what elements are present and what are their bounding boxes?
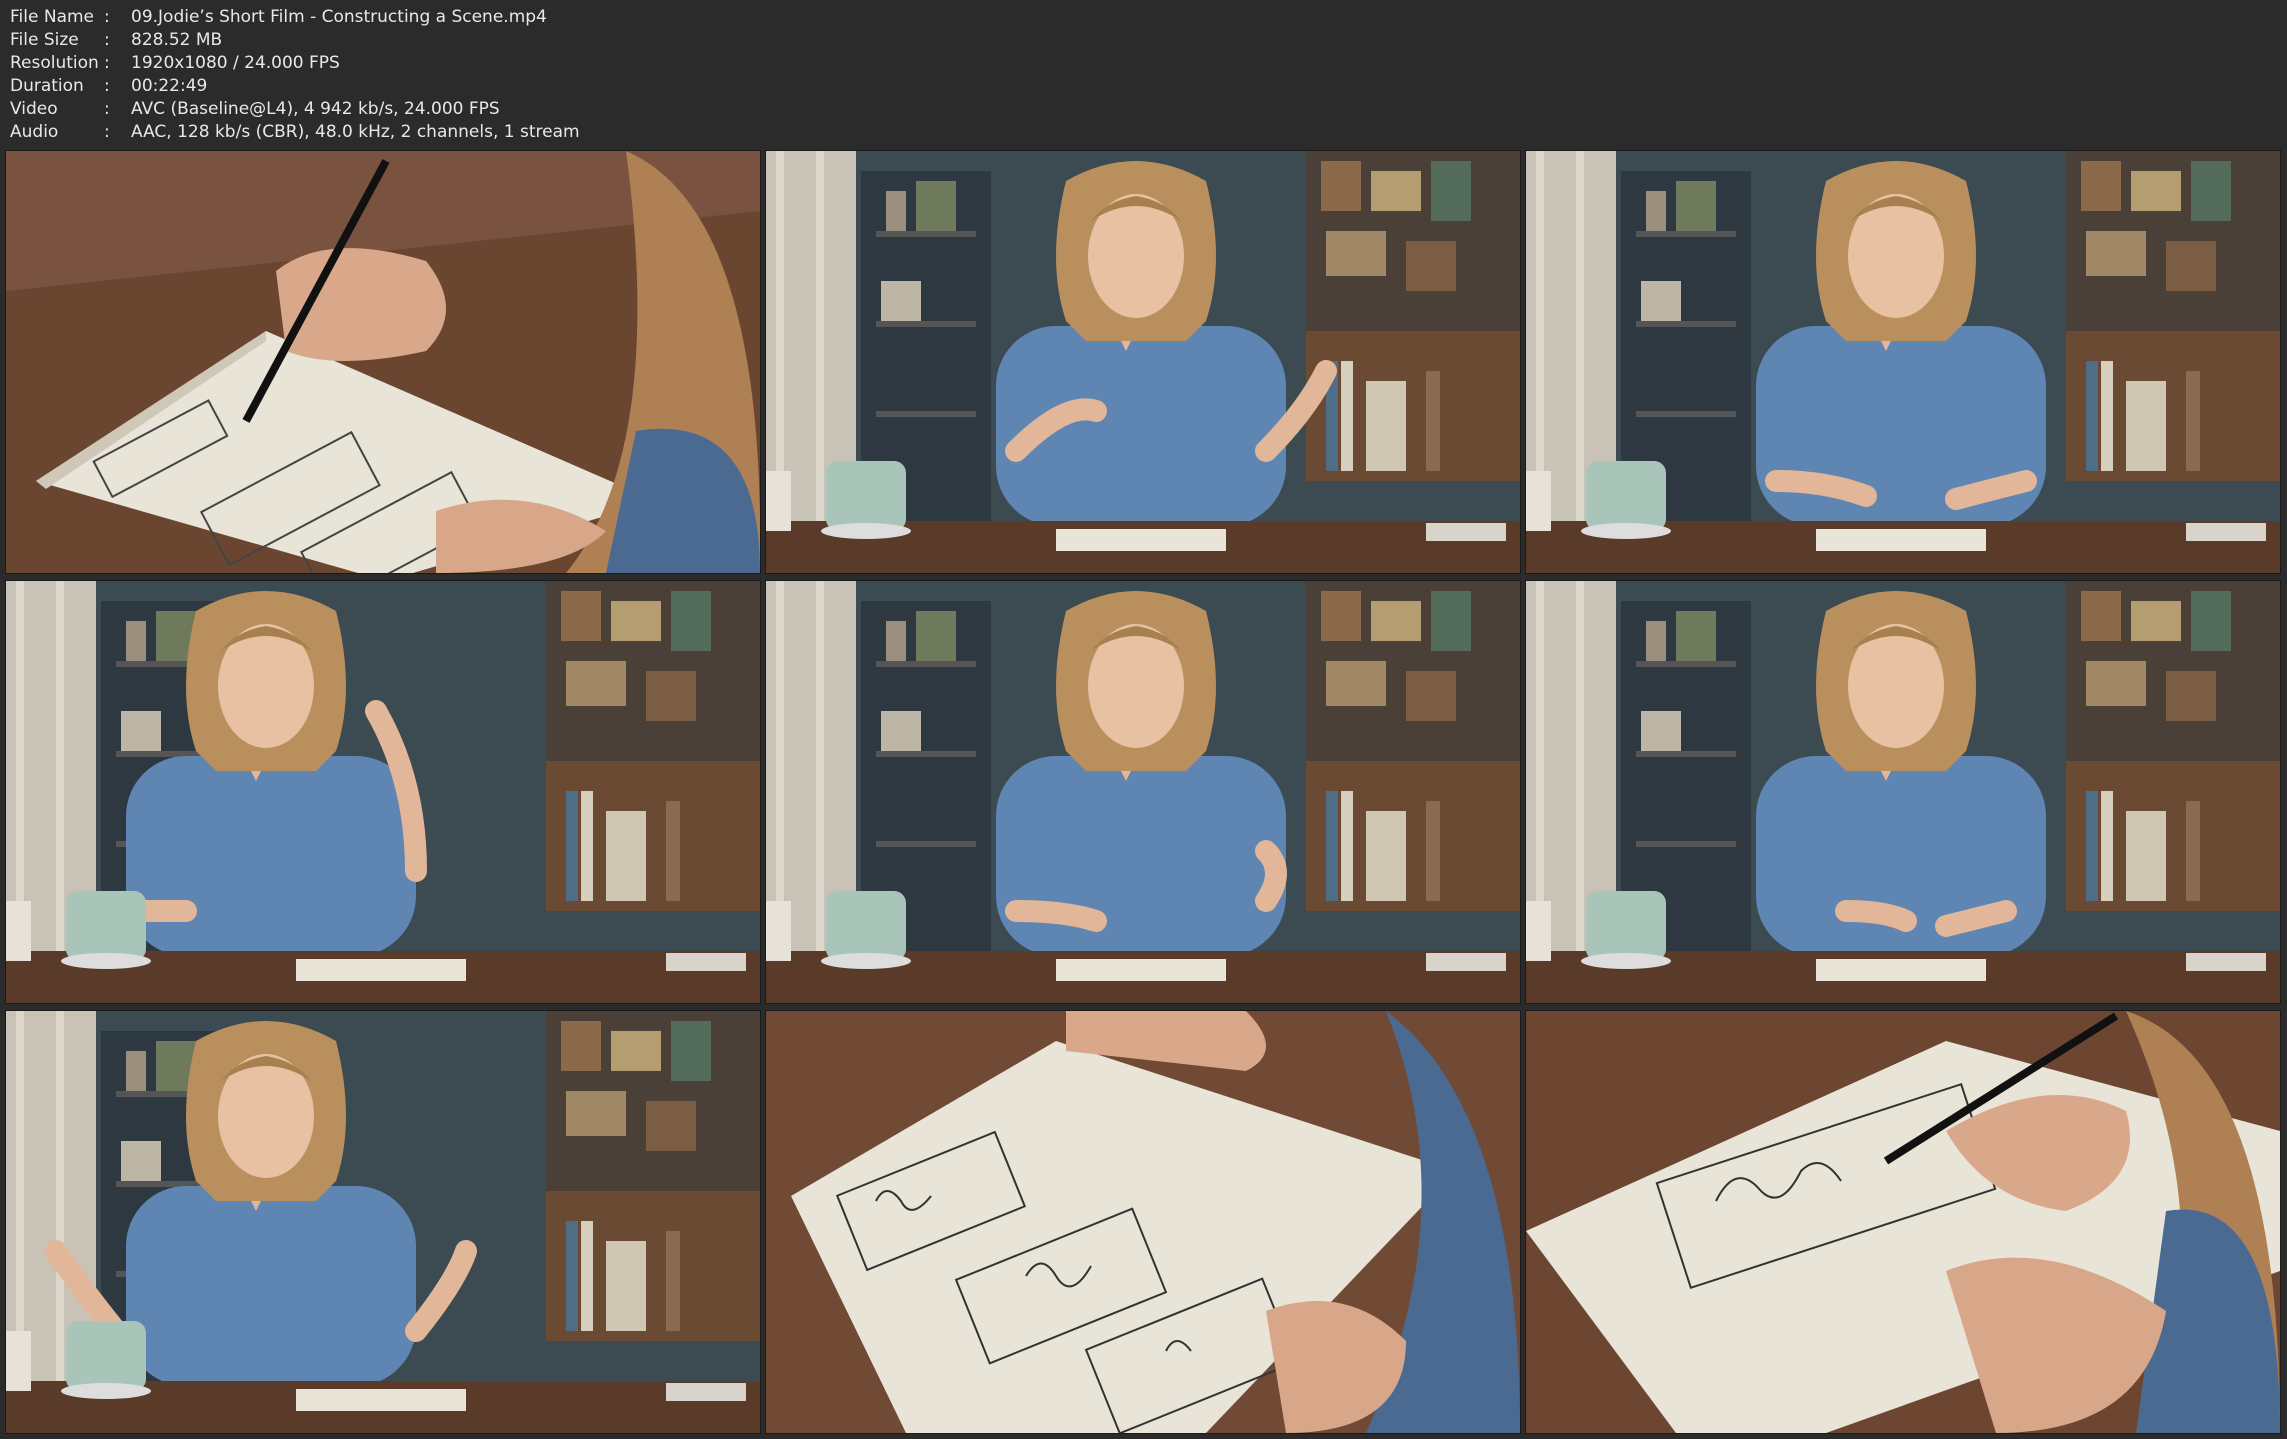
- thumbnail-image: [1526, 581, 2280, 1003]
- thumbnail-frame-2: [766, 151, 1520, 573]
- thumbnail-frame-9: [1526, 1011, 2280, 1433]
- info-key: Video: [10, 99, 58, 119]
- thumbnail-frame-4: [6, 581, 760, 1003]
- info-key: Duration: [10, 76, 84, 96]
- info-key: File Size: [10, 30, 79, 50]
- thumbnail-frame-1: [6, 151, 760, 573]
- thumbnail-frame-5: [766, 581, 1520, 1003]
- info-value: 09.Jodie’s Short Film - Constructing a S…: [131, 7, 547, 27]
- info-row-file-size: File Size : 828.52 MB: [10, 29, 580, 52]
- info-row-resolution: Resolution : 1920x1080 / 24.000 FPS: [10, 52, 580, 75]
- info-row-file-name: File Name : 09.Jodie’s Short Film - Cons…: [10, 6, 580, 29]
- info-separator: :: [104, 53, 110, 73]
- info-key: Resolution: [10, 53, 99, 73]
- info-separator: :: [104, 122, 110, 142]
- info-value: 828.52 MB: [131, 30, 223, 50]
- info-key: File Name: [10, 7, 95, 27]
- thumbnail-frame-6: [1526, 581, 2280, 1003]
- info-value: AAC, 128 kb/s (CBR), 48.0 kHz, 2 channel…: [131, 122, 580, 142]
- info-separator: :: [104, 99, 110, 119]
- thumbnail-image: [6, 581, 760, 1003]
- thumbnail-image: [766, 581, 1520, 1003]
- file-info-panel: File Name : 09.Jodie’s Short Film - Cons…: [10, 6, 580, 144]
- thumbnail-grid: [6, 151, 2281, 1433]
- info-separator: :: [104, 30, 110, 50]
- info-key: Audio: [10, 122, 59, 142]
- thumbnail-frame-3: [1526, 151, 2280, 573]
- info-value: 1920x1080 / 24.000 FPS: [131, 53, 340, 73]
- info-row-video: Video : AVC (Baseline@L4), 4 942 kb/s, 2…: [10, 98, 580, 121]
- thumbnail-image: [766, 1011, 1520, 1433]
- thumbnail-image: [1526, 1011, 2280, 1433]
- info-row-audio: Audio : AAC, 128 kb/s (CBR), 48.0 kHz, 2…: [10, 121, 580, 144]
- thumbnail-image: [1526, 151, 2280, 573]
- thumbnail-image: [6, 151, 760, 573]
- info-row-duration: Duration : 00:22:49: [10, 75, 580, 98]
- thumbnail-image: [6, 1011, 760, 1433]
- thumbnail-image: [766, 151, 1520, 573]
- info-value: AVC (Baseline@L4), 4 942 kb/s, 24.000 FP…: [131, 99, 500, 119]
- thumbnail-frame-8: [766, 1011, 1520, 1433]
- thumbnail-frame-7: [6, 1011, 760, 1433]
- info-separator: :: [104, 7, 110, 27]
- info-value: 00:22:49: [131, 76, 208, 96]
- info-separator: :: [104, 76, 110, 96]
